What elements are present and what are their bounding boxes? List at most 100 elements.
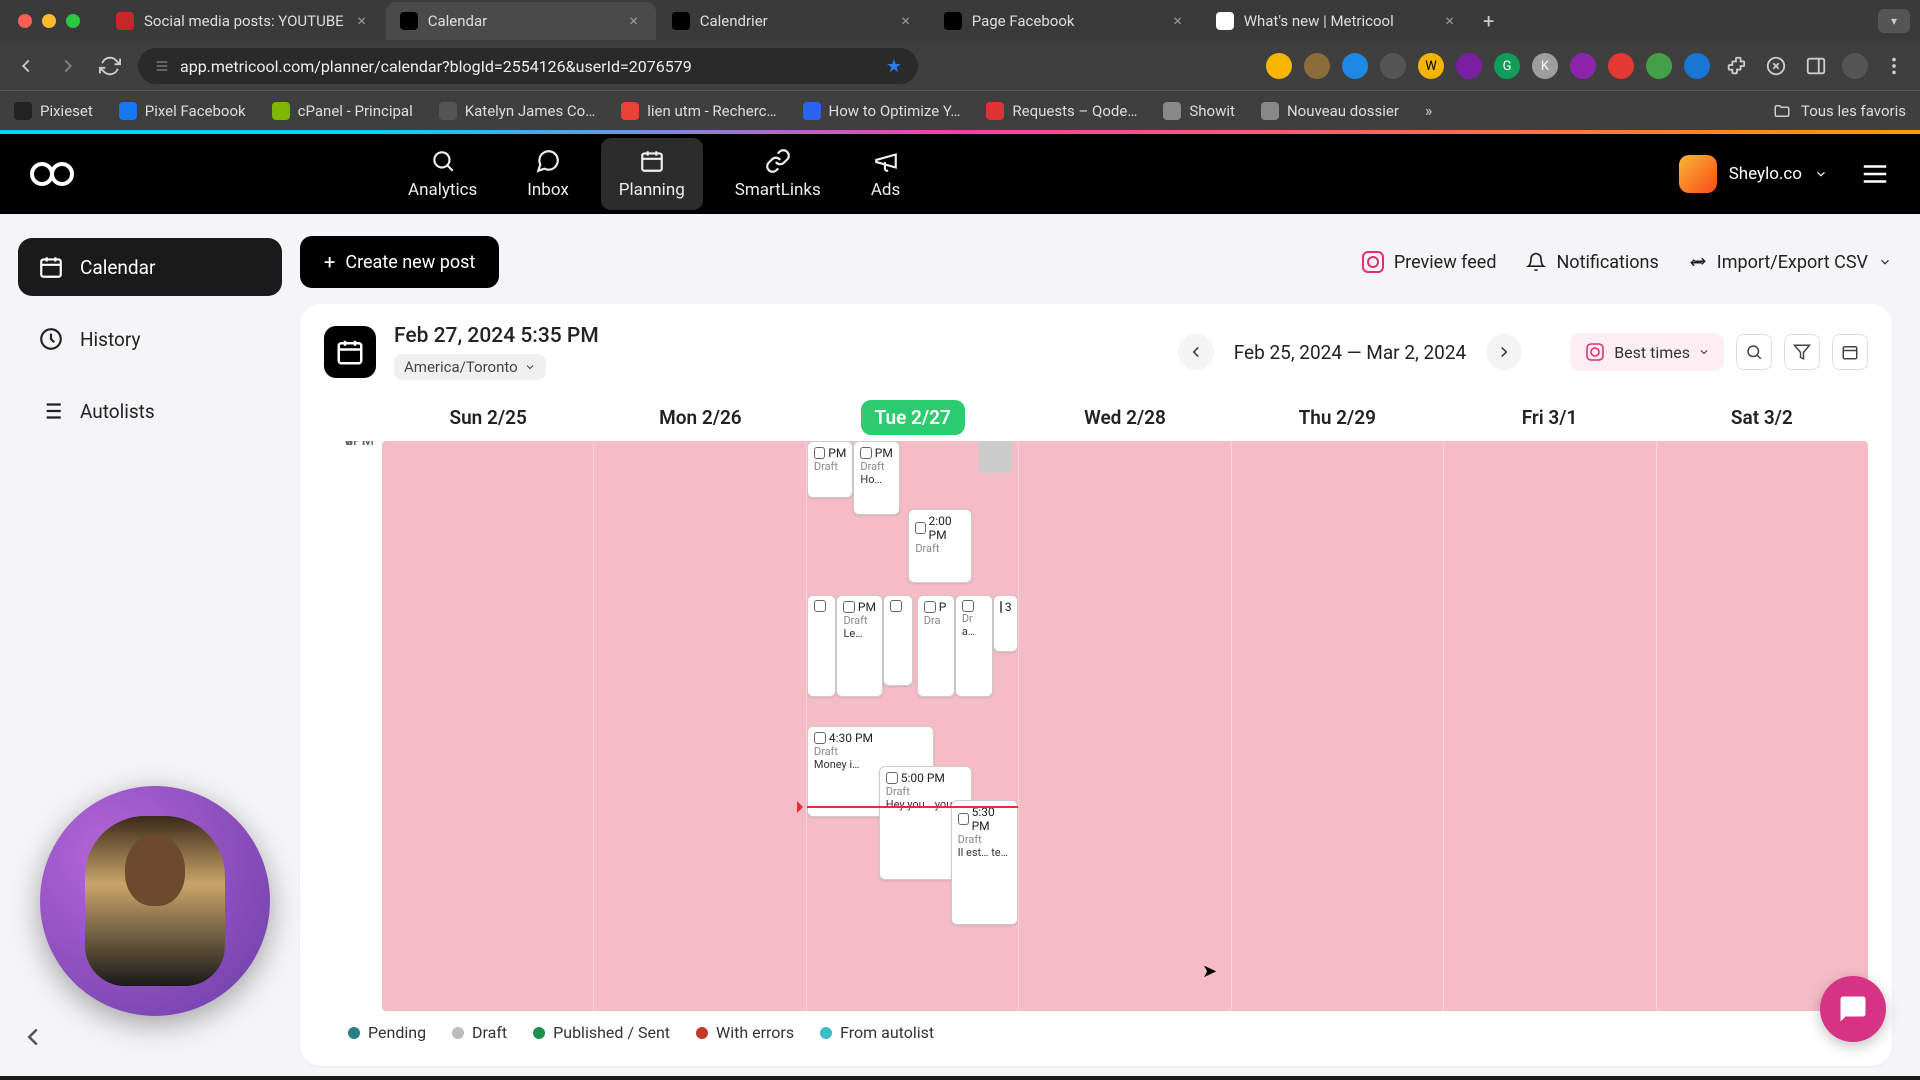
week-grid[interactable]: PMDraft PMDraftHo… 2:00 PMDraft PMDraftL… (382, 441, 1868, 1011)
extension-icon[interactable] (1380, 53, 1406, 79)
day-header: Wed 2/28 (1019, 398, 1231, 437)
close-tab-icon[interactable]: × (898, 13, 914, 29)
profile-avatar[interactable] (1842, 53, 1868, 79)
day-column[interactable] (594, 441, 806, 1011)
minimize-window-icon[interactable] (42, 14, 56, 28)
bookmark-favicon (986, 102, 1004, 120)
close-tab-icon[interactable]: × (1170, 13, 1186, 29)
extension-icon[interactable] (1456, 53, 1482, 79)
chat-button[interactable] (1820, 976, 1886, 1042)
nav-ads[interactable]: Ads (853, 138, 918, 210)
browser-tab[interactable]: Calendrier× (658, 2, 928, 40)
extension-icon[interactable] (1342, 53, 1368, 79)
browser-menu-icon[interactable] (1880, 52, 1908, 80)
prev-week-button[interactable] (1178, 334, 1214, 370)
reading-list-icon[interactable] (1762, 52, 1790, 80)
scheduled-post[interactable]: 2:00 PMDraft (908, 509, 971, 583)
bookmark-item[interactable]: Katelyn James Co… (439, 102, 596, 120)
forward-button[interactable] (54, 52, 82, 80)
url-field[interactable]: ★ (138, 48, 918, 84)
extension-icon[interactable] (1684, 53, 1710, 79)
scheduled-post[interactable]: 3 (993, 595, 1018, 652)
url-input[interactable] (180, 57, 876, 76)
day-header: Sat 3/2 (1656, 398, 1868, 437)
site-info-icon[interactable] (154, 58, 170, 74)
bookmark-item[interactable]: Pixel Facebook (119, 102, 246, 120)
bookmark-item[interactable]: cPanel - Principal (272, 102, 413, 120)
scheduled-post[interactable]: 5:30 PMDraftIl est… temps (951, 800, 1019, 925)
legend-label: From autolist (840, 1023, 934, 1042)
window-controls (18, 14, 80, 28)
post-thumbnail[interactable] (978, 441, 1012, 473)
preview-feed-button[interactable]: Preview feed (1362, 251, 1497, 273)
close-tab-icon[interactable]: × (1442, 13, 1458, 29)
nav-smartlinks[interactable]: SmartLinks (717, 138, 839, 210)
extension-icon[interactable]: G (1494, 53, 1520, 79)
view-toggle-button[interactable] (1832, 334, 1868, 370)
video-pip[interactable] (40, 786, 270, 1016)
collapse-sidebar-button[interactable] (18, 1022, 48, 1052)
tab-overflow-button[interactable]: ▾ (1878, 9, 1910, 33)
nav-planning[interactable]: Planning (601, 138, 703, 210)
day-column[interactable] (1019, 441, 1231, 1011)
best-times-button[interactable]: Best times (1570, 333, 1724, 371)
timezone-selector[interactable]: America/Toronto (394, 354, 546, 380)
search-button[interactable] (1736, 334, 1772, 370)
new-tab-button[interactable]: + (1474, 6, 1504, 36)
import-export-button[interactable]: Import/Export CSV (1689, 252, 1892, 273)
browser-tab[interactable]: Page Facebook× (930, 2, 1200, 40)
side-panel-icon[interactable] (1802, 52, 1830, 80)
browser-tab[interactable]: Social media posts: YOUTUBE× (102, 2, 384, 40)
maximize-window-icon[interactable] (66, 14, 80, 28)
reload-button[interactable] (96, 52, 124, 80)
scheduled-post[interactable]: PMDraftHo… (853, 441, 900, 515)
scheduled-post[interactable]: PMDraft (807, 441, 854, 498)
all-bookmarks-button[interactable]: Tous les favoris (1773, 102, 1906, 120)
app-menu-button[interactable] (1860, 159, 1890, 189)
filter-button[interactable] (1784, 334, 1820, 370)
bookmark-item[interactable]: Showit (1163, 102, 1235, 120)
browser-tab[interactable]: Calendar× (386, 2, 656, 40)
metricool-logo[interactable] (30, 159, 80, 189)
sidebar-item-autolists[interactable]: Autolists (18, 382, 282, 440)
browser-tab[interactable]: What's new | Metricool× (1202, 2, 1472, 40)
platform-icon (958, 813, 969, 825)
day-column[interactable] (1657, 441, 1868, 1011)
user-menu[interactable]: Sheylo.co (1679, 155, 1828, 193)
next-week-button[interactable] (1486, 334, 1522, 370)
bookmark-star-icon[interactable]: ★ (886, 56, 902, 77)
extension-icon[interactable] (1646, 53, 1672, 79)
nav-analytics[interactable]: Analytics (390, 138, 495, 210)
day-column[interactable] (1444, 441, 1656, 1011)
extension-icon[interactable]: K (1532, 53, 1558, 79)
scheduled-post[interactable]: PDra (917, 595, 955, 698)
bookmark-item[interactable]: Nouveau dossier (1261, 102, 1399, 120)
scheduled-post[interactable]: PMDraftLe… (836, 595, 883, 698)
create-post-button[interactable]: + Create new post (300, 236, 499, 288)
sidebar-item-history[interactable]: History (18, 310, 282, 368)
close-window-icon[interactable] (18, 14, 32, 28)
bookmarks-overflow[interactable]: » (1425, 101, 1433, 120)
close-tab-icon[interactable]: × (354, 13, 370, 29)
day-column[interactable] (1232, 441, 1444, 1011)
extension-icon[interactable] (1608, 53, 1634, 79)
sidebar-item-calendar[interactable]: Calendar (18, 238, 282, 296)
scheduled-post[interactable] (883, 595, 913, 686)
extension-icon[interactable] (1304, 53, 1330, 79)
day-column[interactable] (382, 441, 594, 1011)
close-tab-icon[interactable]: × (626, 13, 642, 29)
bookmark-item[interactable]: lien utm - Recherc… (621, 102, 776, 120)
extensions-button[interactable] (1722, 52, 1750, 80)
extension-icon[interactable]: W (1418, 53, 1444, 79)
extension-icon[interactable] (1266, 53, 1292, 79)
day-column[interactable]: PMDraft PMDraftHo… 2:00 PMDraft PMDraftL… (807, 441, 1019, 1011)
nav-inbox[interactable]: Inbox (509, 138, 587, 210)
bookmark-item[interactable]: Pixieset (14, 102, 93, 120)
scheduled-post[interactable]: Dra… (955, 595, 993, 698)
bookmark-item[interactable]: Requests – Qode… (986, 102, 1137, 120)
scheduled-post[interactable] (807, 595, 837, 698)
back-button[interactable] (12, 52, 40, 80)
bookmark-item[interactable]: How to Optimize Y… (803, 102, 961, 120)
extension-icon[interactable] (1570, 53, 1596, 79)
notifications-button[interactable]: Notifications (1526, 252, 1658, 273)
